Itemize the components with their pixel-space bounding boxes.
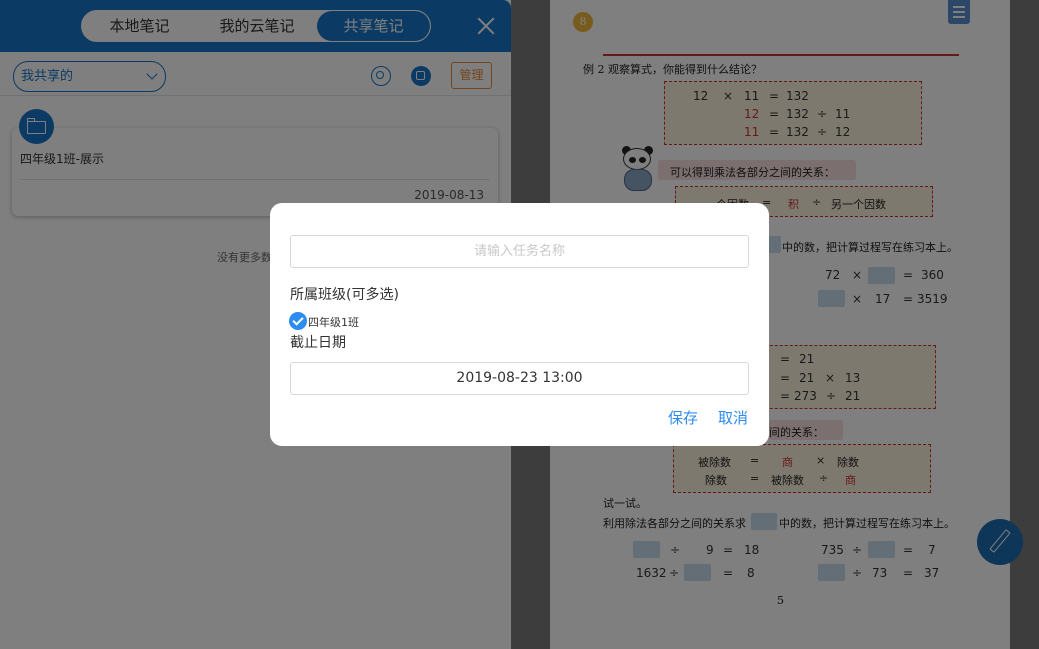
class-option-label[interactable]: 四年级1班 bbox=[308, 314, 359, 330]
assign-task-dialog: 所属班级(可多选) 四年级1班 截止日期 2019-08-23 13:00 保存… bbox=[270, 203, 769, 446]
cancel-button[interactable]: 取消 bbox=[718, 407, 748, 428]
deadline-field[interactable]: 2019-08-23 13:00 bbox=[290, 362, 749, 395]
deadline-label: 截止日期 bbox=[290, 335, 346, 351]
class-label: 所属班级(可多选) bbox=[290, 287, 399, 303]
task-name-input[interactable] bbox=[290, 235, 749, 268]
save-button[interactable]: 保存 bbox=[668, 407, 698, 428]
class-checkbox[interactable] bbox=[289, 312, 307, 330]
